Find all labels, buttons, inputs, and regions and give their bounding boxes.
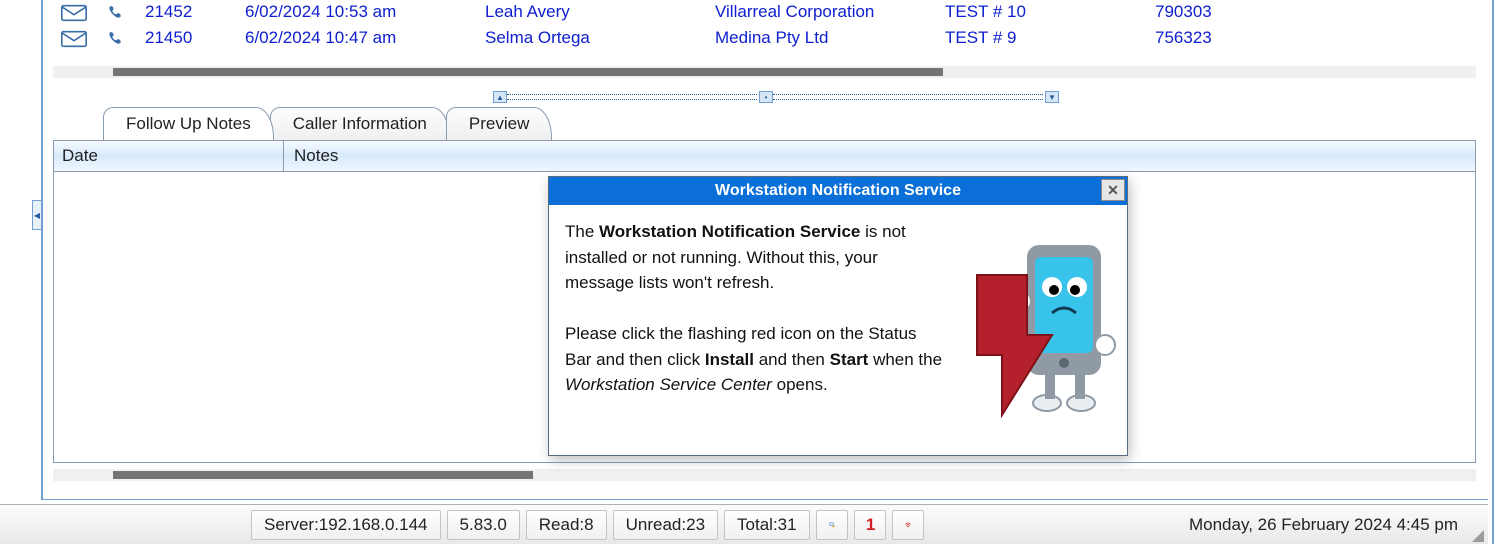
popup-body: The Workstation Notification Service is … [549, 205, 1127, 455]
popup-paragraph-1: The Workstation Notification Service is … [565, 219, 945, 296]
envelope-icon [53, 0, 95, 26]
status-connection-icon[interactable] [892, 510, 924, 540]
phone-icon [95, 26, 137, 52]
resize-grip[interactable] [1470, 528, 1484, 542]
msg-date: 6/02/2024 10:53 am [237, 0, 477, 26]
tab-label: Follow Up Notes [126, 114, 251, 133]
tab-preview[interactable]: Preview [446, 107, 552, 140]
notes-column-header: Date Notes [53, 140, 1476, 172]
status-server[interactable]: Server: 192.168.0.144 [251, 510, 441, 540]
popup-title: Workstation Notification Service [715, 182, 961, 200]
msg-subject: TEST # 10 [937, 0, 1147, 26]
msg-caller: Leah Avery [477, 0, 707, 26]
status-datetime: Monday, 26 February 2024 4:45 pm [1189, 515, 1488, 535]
column-notes[interactable]: Notes [284, 146, 338, 166]
tab-caller-information[interactable]: Caller Information [270, 107, 450, 140]
popup-paragraph-2: Please click the flashing red icon on th… [565, 321, 945, 398]
status-read[interactable]: Read: 8 [526, 510, 607, 540]
mascot-image [957, 235, 1117, 445]
status-alarm-icon[interactable]: 1 [854, 510, 886, 540]
msg-caller: Selma Ortega [477, 26, 707, 52]
left-rail: ◀ [0, 0, 42, 500]
msg-date: 6/02/2024 10:47 am [237, 26, 477, 52]
expand-handle[interactable]: ◀ [32, 200, 42, 230]
status-total[interactable]: Total: 31 [724, 510, 810, 540]
msg-number: 21452 [137, 0, 237, 26]
grid-h-scrollbar[interactable] [53, 66, 1476, 78]
msg-subject: TEST # 9 [937, 26, 1147, 52]
msg-company: Medina Pty Ltd [707, 26, 937, 52]
tab-follow-up-notes[interactable]: Follow Up Notes [103, 107, 274, 140]
msg-number: 21450 [137, 26, 237, 52]
alarm-count: 1 [866, 515, 875, 535]
message-grid: 21452 6/02/2024 10:53 am Leah Avery Vill… [53, 0, 1476, 66]
table-row[interactable]: 21450 6/02/2024 10:47 am Selma Ortega Me… [53, 26, 1476, 52]
status-unread[interactable]: Unread: 23 [613, 510, 718, 540]
tab-label: Preview [469, 114, 529, 133]
msg-ref: 756323 [1147, 26, 1476, 52]
notification-popup: Workstation Notification Service ✕ The W… [548, 176, 1128, 456]
close-button[interactable]: ✕ [1101, 179, 1125, 201]
envelope-icon [53, 26, 95, 52]
detail-tabs: Follow Up Notes Caller Information Previ… [103, 104, 548, 140]
notes-h-scrollbar[interactable] [53, 469, 1476, 481]
popup-title-bar: Workstation Notification Service ✕ [549, 177, 1127, 205]
status-bar: Server: 192.168.0.144 5.83.0 Read: 8 Unr… [0, 504, 1488, 544]
msg-ref: 790303 [1147, 0, 1476, 26]
msg-company: Villarreal Corporation [707, 0, 937, 26]
status-version[interactable]: 5.83.0 [447, 510, 520, 540]
phone-icon [95, 0, 137, 26]
close-icon: ✕ [1107, 182, 1119, 199]
table-row[interactable]: 21452 6/02/2024 10:53 am Leah Avery Vill… [53, 0, 1476, 26]
tab-label: Caller Information [293, 114, 427, 133]
status-messages-icon[interactable] [816, 510, 848, 540]
column-date[interactable]: Date [54, 141, 284, 171]
